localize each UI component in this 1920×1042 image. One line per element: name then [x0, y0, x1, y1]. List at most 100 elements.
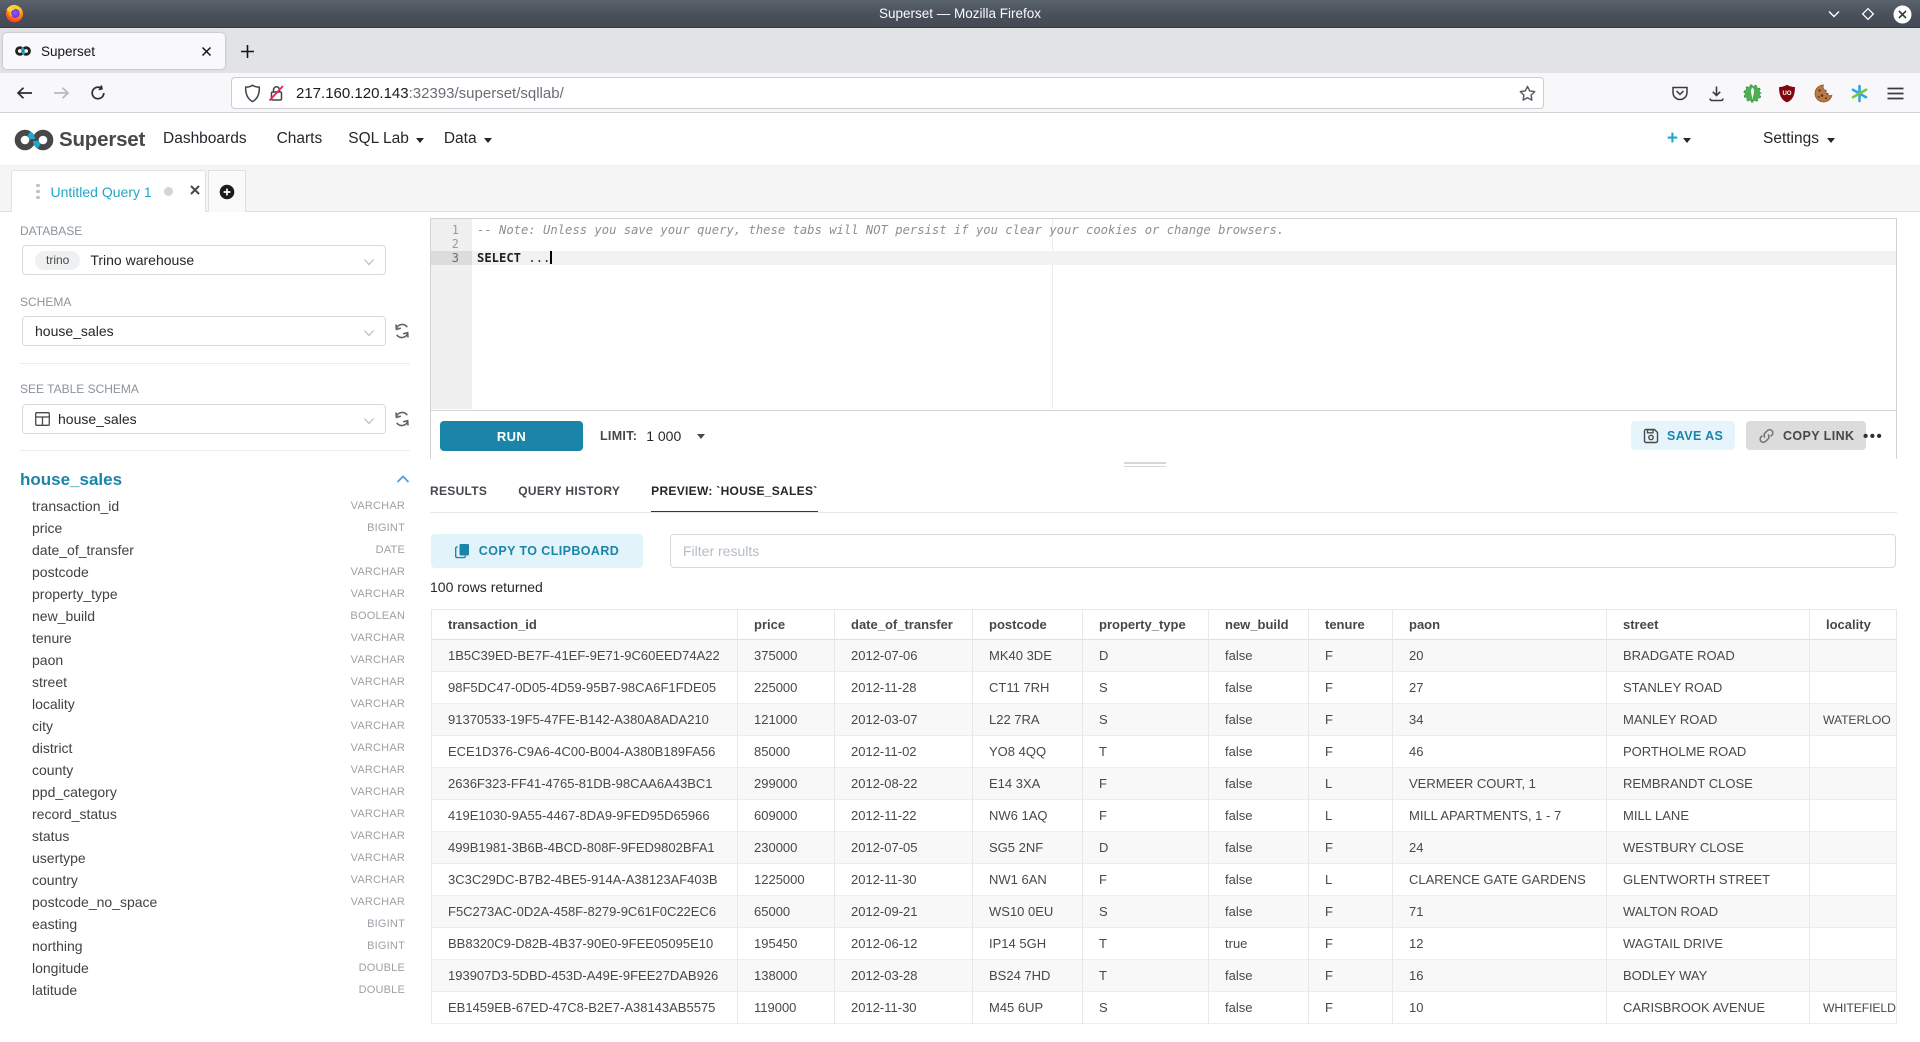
schema-column-row[interactable]: ppd_categoryVARCHAR [32, 781, 405, 803]
column-header[interactable]: postcode [972, 609, 1082, 640]
table-row[interactable]: 2636F323-FF41-4765-81DB-98CAA6A43BC12990… [431, 768, 1897, 800]
collapse-chevron-icon[interactable] [396, 471, 410, 489]
add-query-tab-button[interactable] [208, 170, 246, 212]
drag-handle-icon[interactable] [36, 184, 40, 200]
reload-icon[interactable] [82, 77, 114, 109]
schema-column-row[interactable]: latitudeDOUBLE [32, 979, 405, 1001]
pocket-icon[interactable] [1664, 77, 1696, 109]
limit-dropdown[interactable]: LIMIT: 1 000 [600, 421, 705, 451]
save-as-button[interactable]: SAVE AS [1631, 421, 1735, 450]
tab-close-icon[interactable] [195, 40, 217, 62]
results-tab-results[interactable]: RESULTS [430, 470, 487, 512]
bookmark-star-icon[interactable] [1513, 79, 1541, 107]
nav-item-sql-lab[interactable]: SQL Lab [348, 130, 424, 148]
table-row[interactable]: 3C3C29DC-B7B2-4BE5-914A-A38123AF403B1225… [431, 864, 1897, 896]
nav-item-label: Data [444, 130, 477, 148]
back-icon[interactable] [8, 77, 40, 109]
results-tab-preview-house-sales[interactable]: PREVIEW: `HOUSE_SALES` [651, 470, 817, 512]
settings-menu[interactable]: Settings [1763, 130, 1819, 148]
column-header[interactable]: property_type [1082, 609, 1208, 640]
cookie-icon[interactable] [1807, 77, 1839, 109]
privacy-badger-icon[interactable] [1736, 77, 1768, 109]
column-header[interactable]: date_of_transfer [834, 609, 972, 640]
schema-column-row[interactable]: districtVARCHAR [32, 737, 405, 759]
browser-tab[interactable]: Superset [3, 33, 225, 69]
column-header[interactable]: tenure [1308, 609, 1392, 640]
table-row[interactable]: F5C273AC-0D2A-458F-8279-9C61F0C22EC66500… [431, 896, 1897, 928]
superset-brand[interactable]: Superset [14, 120, 145, 160]
filter-results-input[interactable] [670, 534, 1896, 568]
column-header[interactable]: paon [1392, 609, 1606, 640]
table-row[interactable]: 91370533-19F5-47FE-B142-A380A8ADA2101210… [431, 704, 1897, 736]
add-caret-icon[interactable] [1683, 138, 1691, 143]
forward-icon[interactable] [45, 77, 77, 109]
results-tab-query-history[interactable]: QUERY HISTORY [518, 470, 620, 512]
maximize-icon[interactable] [1858, 4, 1878, 24]
table-row[interactable]: 98F5DC47-0D05-4D59-95B7-98CA6F1FDE052250… [431, 672, 1897, 704]
sql-editor[interactable]: 123 -- Note: Unless you save your query,… [431, 219, 1896, 409]
add-button[interactable]: + [1667, 128, 1678, 150]
refresh-table-icon[interactable] [393, 410, 411, 428]
table-row[interactable]: ECE1D376-C9A6-4C00-B004-A380B189FA568500… [431, 736, 1897, 768]
table-row[interactable]: 193907D3-5DBD-453D-A49E-9FEE27DAB9261380… [431, 960, 1897, 992]
schema-column-row[interactable]: usertypeVARCHAR [32, 847, 405, 869]
nav-item-dashboards[interactable]: Dashboards [163, 130, 247, 148]
multi-account-icon[interactable] [1843, 77, 1875, 109]
table-row[interactable]: 419E1030-9A55-4467-8DA9-9FED95D659666090… [431, 800, 1897, 832]
table-row[interactable]: 499B1981-3B6B-4BCD-808F-9FED9802BFA12300… [431, 832, 1897, 864]
schema-column-row[interactable]: tenureVARCHAR [32, 627, 405, 649]
schema-column-row[interactable]: cityVARCHAR [32, 715, 405, 737]
url-text[interactable]: 217.160.120.143:32393/superset/sqllab/ [296, 85, 1513, 102]
schema-column-row[interactable]: record_statusVARCHAR [32, 803, 405, 825]
database-select[interactable]: trino Trino warehouse [22, 245, 386, 275]
schema-select[interactable]: house_sales [22, 316, 386, 346]
pane-resizer-handle[interactable] [1124, 462, 1166, 468]
column-header[interactable]: locality [1809, 609, 1897, 640]
schema-column-row[interactable]: localityVARCHAR [32, 693, 405, 715]
url-bar[interactable]: 217.160.120.143:32393/superset/sqllab/ [231, 77, 1544, 109]
menu-icon[interactable] [1879, 77, 1911, 109]
schema-column-row[interactable]: postcode_no_spaceVARCHAR [32, 891, 405, 913]
minimize-icon[interactable] [1824, 4, 1844, 24]
more-actions-button[interactable]: ••• [1863, 421, 1883, 451]
copy-to-clipboard-button[interactable]: COPY TO CLIPBOARD [431, 534, 643, 568]
run-button[interactable]: RUN [440, 421, 583, 451]
superset-menu: Dashboards Charts SQL Lab Data [163, 113, 512, 165]
download-icon[interactable] [1700, 77, 1732, 109]
table-row[interactable]: BB8320C9-D82B-4B37-90E0-9FEE05095E101954… [431, 928, 1897, 960]
table-row[interactable]: 1B5C39ED-BE7F-41EF-9E71-9C60EED74A223750… [431, 640, 1897, 672]
schema-column-row[interactable]: countryVARCHAR [32, 869, 405, 891]
insecure-lock-icon[interactable] [264, 81, 288, 105]
schema-column-row[interactable]: countyVARCHAR [32, 759, 405, 781]
schema-column-row[interactable]: postcodeVARCHAR [32, 561, 405, 583]
schema-column-row[interactable]: date_of_transferDATE [32, 539, 405, 561]
query-tab-label[interactable]: Untitled Query 1 [51, 184, 152, 200]
column-header[interactable]: transaction_id [431, 609, 737, 640]
schema-column-row[interactable]: eastingBIGINT [32, 913, 405, 935]
schema-column-row[interactable]: northingBIGINT [32, 935, 405, 957]
schema-column-row[interactable]: paonVARCHAR [32, 649, 405, 671]
refresh-schema-icon[interactable] [393, 322, 411, 340]
schema-column-row[interactable]: longitudeDOUBLE [32, 957, 405, 979]
schema-column-row[interactable]: new_buildBOOLEAN [32, 605, 405, 627]
new-tab-button[interactable] [232, 36, 262, 66]
query-tab-close-icon[interactable] [189, 183, 201, 200]
schema-column-row[interactable]: statusVARCHAR [32, 825, 405, 847]
copy-link-button[interactable]: COPY LINK [1746, 421, 1866, 450]
column-header[interactable]: price [737, 609, 834, 640]
table-row[interactable]: EB1459EB-67ED-47C8-B2E7-A38143AB55751190… [431, 992, 1897, 1024]
ublock-icon[interactable]: UO [1771, 77, 1803, 109]
close-icon[interactable] [1892, 4, 1912, 24]
schema-column-row[interactable]: priceBIGINT [32, 517, 405, 539]
schema-column-row[interactable]: transaction_idVARCHAR [32, 495, 405, 517]
query-tab[interactable]: Untitled Query 1 [11, 170, 206, 212]
nav-item-data[interactable]: Data [444, 130, 492, 148]
schema-column-row[interactable]: property_typeVARCHAR [32, 583, 405, 605]
shield-icon[interactable] [240, 81, 264, 105]
schema-column-row[interactable]: streetVARCHAR [32, 671, 405, 693]
column-header[interactable]: street [1606, 609, 1809, 640]
table-select[interactable]: house_sales [22, 404, 386, 434]
column-header[interactable]: new_build [1208, 609, 1308, 640]
nav-item-charts[interactable]: Charts [277, 130, 323, 148]
table-schema-heading[interactable]: house_sales [20, 470, 396, 490]
